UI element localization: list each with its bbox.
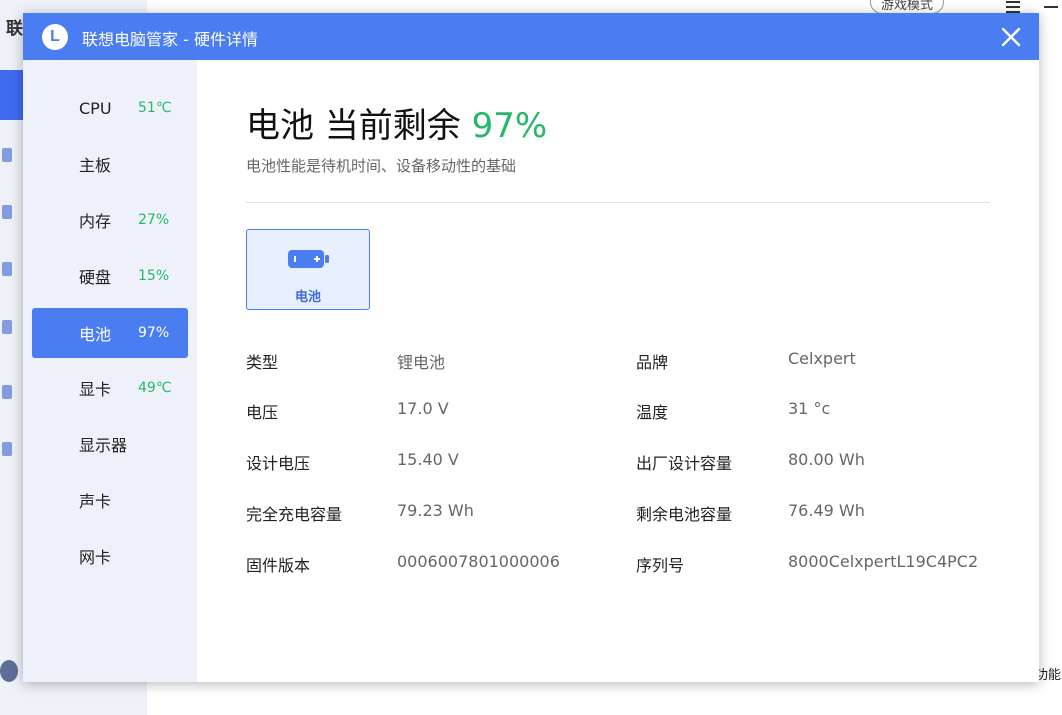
detail-label: 类型 [246,353,279,372]
divider [246,202,990,203]
battery-remaining-value: 97% [471,106,548,146]
close-icon [1001,27,1021,47]
detail-label: 设计电压 [246,454,311,473]
sidebar-item-label: 网卡 [79,548,112,567]
sidebar-item-label: 电池 [79,325,112,344]
close-button[interactable] [999,25,1023,49]
sidebar-item-gpu[interactable]: 显卡 49℃ [32,363,188,413]
detail-value: 锂电池 [397,353,446,372]
sidebar-item-label: 显卡 [79,380,112,399]
background-avatar[interactable] [0,660,18,682]
sidebar-item-memory[interactable]: 内存 27% [32,195,188,245]
sidebar-item-value: 97% [138,325,170,341]
detail-label: 电压 [246,403,279,422]
sidebar-item-label: 声卡 [79,492,112,511]
battery-device-card[interactable]: 电池 [246,229,370,310]
menu-icon[interactable] [1006,1,1020,13]
detail-value: 31 °c [788,399,831,418]
game-mode-label: 游戏模式 [881,0,934,13]
sidebar-item-value: 49℃ [138,380,172,396]
game-mode-button[interactable]: 游戏模式 [870,0,945,14]
minimize-icon[interactable] [1044,6,1058,8]
detail-value: 76.49 Wh [788,501,865,520]
background-active-nav[interactable] [0,70,24,120]
sidebar-item-value: 51℃ [138,100,172,116]
sidebar-item-label: CPU [79,98,112,118]
sidebar-item-disk[interactable]: 硬盘 15% [32,251,188,301]
sidebar-item-cpu[interactable]: CPU 51℃ [32,83,188,133]
sidebar-item-battery[interactable]: 电池 97% [32,308,188,358]
heading-text: 电池 当前剩余 [246,106,472,146]
sidebar-item-value: 27% [138,212,170,228]
detail-label: 剩余电池容量 [636,505,733,524]
sidebar-item-sound[interactable]: 声卡 [32,475,188,525]
battery-icon [288,250,329,268]
detail-label: 品牌 [636,353,669,372]
sidebar-item-network[interactable]: 网卡 [32,531,188,581]
detail-value: 0006007801000006 [397,552,560,571]
detail-value: 17.0 V [397,399,449,418]
detail-label: 固件版本 [246,556,311,575]
detail-label: 序列号 [636,556,685,575]
detail-value: 8000CelxpertL19C4PC2 [788,552,979,571]
background-nav-icon [2,442,12,456]
app-logo-icon: L [42,24,68,50]
detail-value: 79.23 Wh [397,501,474,520]
background-nav-icon [2,385,12,399]
sidebar-item-value: 15% [138,268,170,284]
background-nav-icon [2,320,12,334]
sidebar-item-display[interactable]: 显示器 [32,419,188,469]
hardware-details-dialog: L 联想电脑管家 - 硬件详情 CPU 51℃ 主板 内存 27% 硬盘 15%… [23,13,1039,682]
battery-card-label: 电池 [294,290,321,305]
sidebar-item-label: 硬盘 [79,268,112,287]
background-nav-icon [2,262,12,276]
sidebar-item-label: 主板 [79,156,112,175]
sidebar-item-label: 显示器 [79,436,128,455]
detail-label: 出厂设计容量 [636,454,733,473]
background-nav-icon [2,205,12,219]
detail-label: 温度 [636,403,669,422]
detail-value: Celxpert [788,349,856,368]
battery-panel: 电池 当前剩余 97% 电池性能是待机时间、设备移动性的基础 电池 类型 锂电池… [197,60,1039,682]
background-app-title: 联 [6,19,23,39]
page-subtitle: 电池性能是待机时间、设备移动性的基础 [246,157,517,175]
detail-value: 80.00 Wh [788,450,865,469]
hardware-sidebar: CPU 51℃ 主板 内存 27% 硬盘 15% 电池 97% 显卡 49℃ 显… [23,60,197,682]
background-nav-icon [2,148,12,162]
page-title: 电池 当前剩余 97% [246,98,547,147]
dialog-title: 联想电脑管家 - 硬件详情 [82,30,258,49]
sidebar-item-motherboard[interactable]: 主板 [32,139,188,189]
detail-value: 15.40 V [397,450,459,469]
sidebar-item-label: 内存 [79,212,112,231]
detail-label: 完全充电容量 [246,505,343,524]
dialog-titlebar: L 联想电脑管家 - 硬件详情 [23,13,1039,60]
